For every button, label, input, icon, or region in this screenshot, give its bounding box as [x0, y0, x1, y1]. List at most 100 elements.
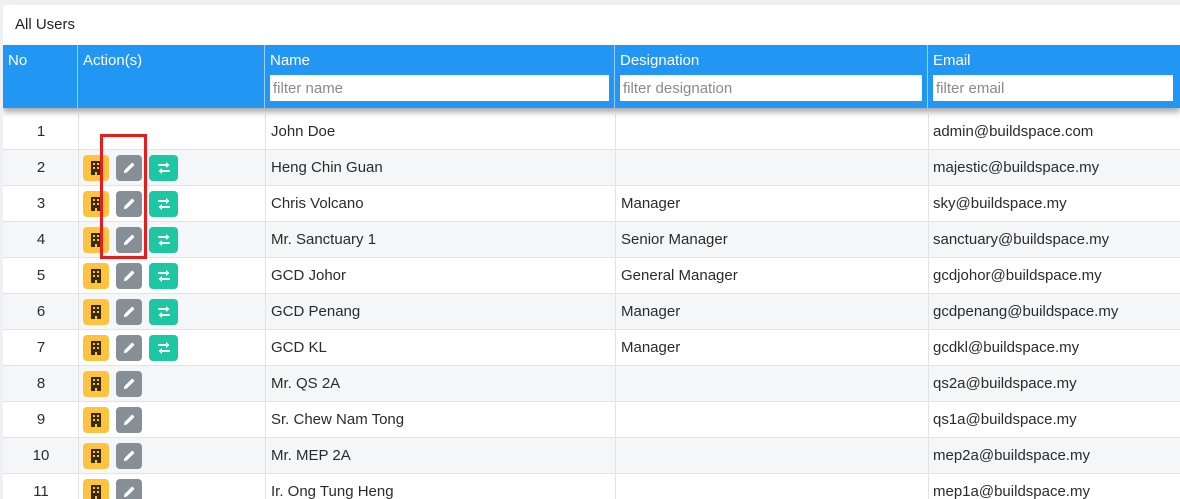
assign-company-button[interactable]: [83, 299, 109, 325]
assign-company-button[interactable]: [83, 155, 109, 181]
row-number: 6: [36, 303, 46, 320]
user-name: Mr. Sanctuary 1: [271, 231, 377, 248]
table-row: 9 Sr. Chew Nam Tong qs1a@buildspace.my: [3, 402, 1180, 438]
pencil-icon: [122, 413, 136, 427]
column-divider: [928, 258, 929, 294]
building-icon: [90, 377, 102, 391]
switch-arrows-icon: [156, 233, 172, 247]
table-row: 8 Mr. QS 2A qs2a@buildspace.my: [3, 366, 1180, 402]
column-label-name: Name: [270, 52, 311, 69]
building-icon: [90, 413, 102, 427]
column-header-designation[interactable]: Designation: [614, 45, 927, 108]
switch-user-button[interactable]: [149, 227, 178, 253]
user-email: mep2a@buildspace.my: [933, 447, 1090, 464]
assign-company-button[interactable]: [83, 191, 109, 217]
table-row: 10 Mr. MEP 2A mep2a@buildspace.my: [3, 438, 1180, 474]
column-divider: [928, 366, 929, 402]
column-header-no[interactable]: No: [3, 45, 77, 108]
filter-email-input[interactable]: [933, 75, 1173, 101]
building-icon: [90, 269, 102, 283]
edit-user-button[interactable]: [116, 227, 142, 253]
edit-user-button[interactable]: [116, 479, 142, 499]
pencil-icon: [122, 449, 136, 463]
assign-company-button[interactable]: [83, 227, 109, 253]
edit-user-button[interactable]: [116, 299, 142, 325]
edit-user-button[interactable]: [116, 191, 142, 217]
switch-user-button[interactable]: [149, 155, 178, 181]
table-row: 7 GCD KL Manager gcdkl@buildspace.my: [3, 330, 1180, 366]
assign-company-button[interactable]: [83, 479, 109, 499]
column-divider: [928, 474, 929, 499]
table-body: 1 John Doe admin@buildspace.com 2 Heng Chin …: [3, 114, 1180, 499]
column-divider: [615, 438, 616, 474]
column-header-name[interactable]: Name: [264, 45, 614, 108]
pencil-icon: [122, 377, 136, 391]
assign-company-button[interactable]: [83, 407, 109, 433]
user-email: qs2a@buildspace.my: [933, 375, 1077, 392]
table-header: No Action(s) Name Designation Email: [3, 45, 1180, 108]
edit-user-button[interactable]: [116, 407, 142, 433]
column-divider: [265, 330, 266, 366]
assign-company-button[interactable]: [83, 371, 109, 397]
edit-user-button[interactable]: [116, 263, 142, 289]
users-panel: All Users No Action(s) Name Designation …: [3, 5, 1180, 499]
column-divider: [615, 294, 616, 330]
column-divider: [928, 402, 929, 438]
building-icon: [90, 233, 102, 247]
column-divider: [265, 294, 266, 330]
switch-user-button[interactable]: [149, 335, 178, 361]
pencil-icon: [122, 233, 136, 247]
user-designation: Manager: [621, 195, 681, 212]
user-email: admin@buildspace.com: [933, 123, 1094, 140]
switch-user-button[interactable]: [149, 263, 178, 289]
column-divider: [928, 330, 929, 366]
building-icon: [90, 197, 102, 211]
user-name: John Doe: [271, 123, 336, 140]
table-row: 3 Chris Volcano Manager sky@buildspace.my: [3, 186, 1180, 222]
column-divider: [615, 186, 616, 222]
filter-name-input[interactable]: [270, 75, 609, 101]
table-row: 1 John Doe admin@buildspace.com: [3, 114, 1180, 150]
column-divider: [265, 474, 266, 499]
panel-title: All Users: [15, 16, 76, 33]
column-divider: [928, 294, 929, 330]
column-divider: [615, 366, 616, 402]
user-designation: Manager: [621, 303, 681, 320]
row-number: 11: [33, 483, 49, 499]
column-divider: [928, 222, 929, 258]
assign-company-button[interactable]: [83, 335, 109, 361]
switch-arrows-icon: [156, 269, 172, 283]
table-row: 2 Heng Chin Guan majestic@buildspace.my: [3, 150, 1180, 186]
building-icon: [90, 161, 102, 175]
building-icon: [90, 485, 102, 499]
column-label-no: No: [8, 52, 28, 69]
row-number: 9: [36, 411, 46, 428]
edit-user-button[interactable]: [116, 371, 142, 397]
user-name: Chris Volcano: [271, 195, 364, 212]
edit-user-button[interactable]: [116, 155, 142, 181]
edit-user-button[interactable]: [116, 335, 142, 361]
column-divider: [928, 438, 929, 474]
assign-company-button[interactable]: [83, 263, 109, 289]
switch-arrows-icon: [156, 161, 172, 175]
pencil-icon: [122, 485, 136, 499]
filter-designation-input[interactable]: [620, 75, 922, 101]
column-header-email[interactable]: Email: [927, 45, 1180, 108]
user-designation: Senior Manager: [621, 231, 728, 248]
pencil-icon: [122, 305, 136, 319]
column-divider: [265, 402, 266, 438]
assign-company-button[interactable]: [83, 443, 109, 469]
row-number: 2: [36, 159, 46, 176]
switch-user-button[interactable]: [149, 299, 178, 325]
switch-user-button[interactable]: [149, 191, 178, 217]
user-email: gcdpenang@buildspace.my: [933, 303, 1119, 320]
column-divider: [615, 150, 616, 186]
edit-user-button[interactable]: [116, 443, 142, 469]
building-icon: [90, 305, 102, 319]
column-divider: [615, 258, 616, 294]
row-number: 8: [36, 375, 46, 392]
table-row: 5 GCD Johor General Manager gcdjohor@builds…: [3, 258, 1180, 294]
table-row: 6 GCD Penang Manager gcdpenang@buildspace.m…: [3, 294, 1180, 330]
user-designation: General Manager: [621, 267, 738, 284]
user-designation: Manager: [621, 339, 681, 356]
